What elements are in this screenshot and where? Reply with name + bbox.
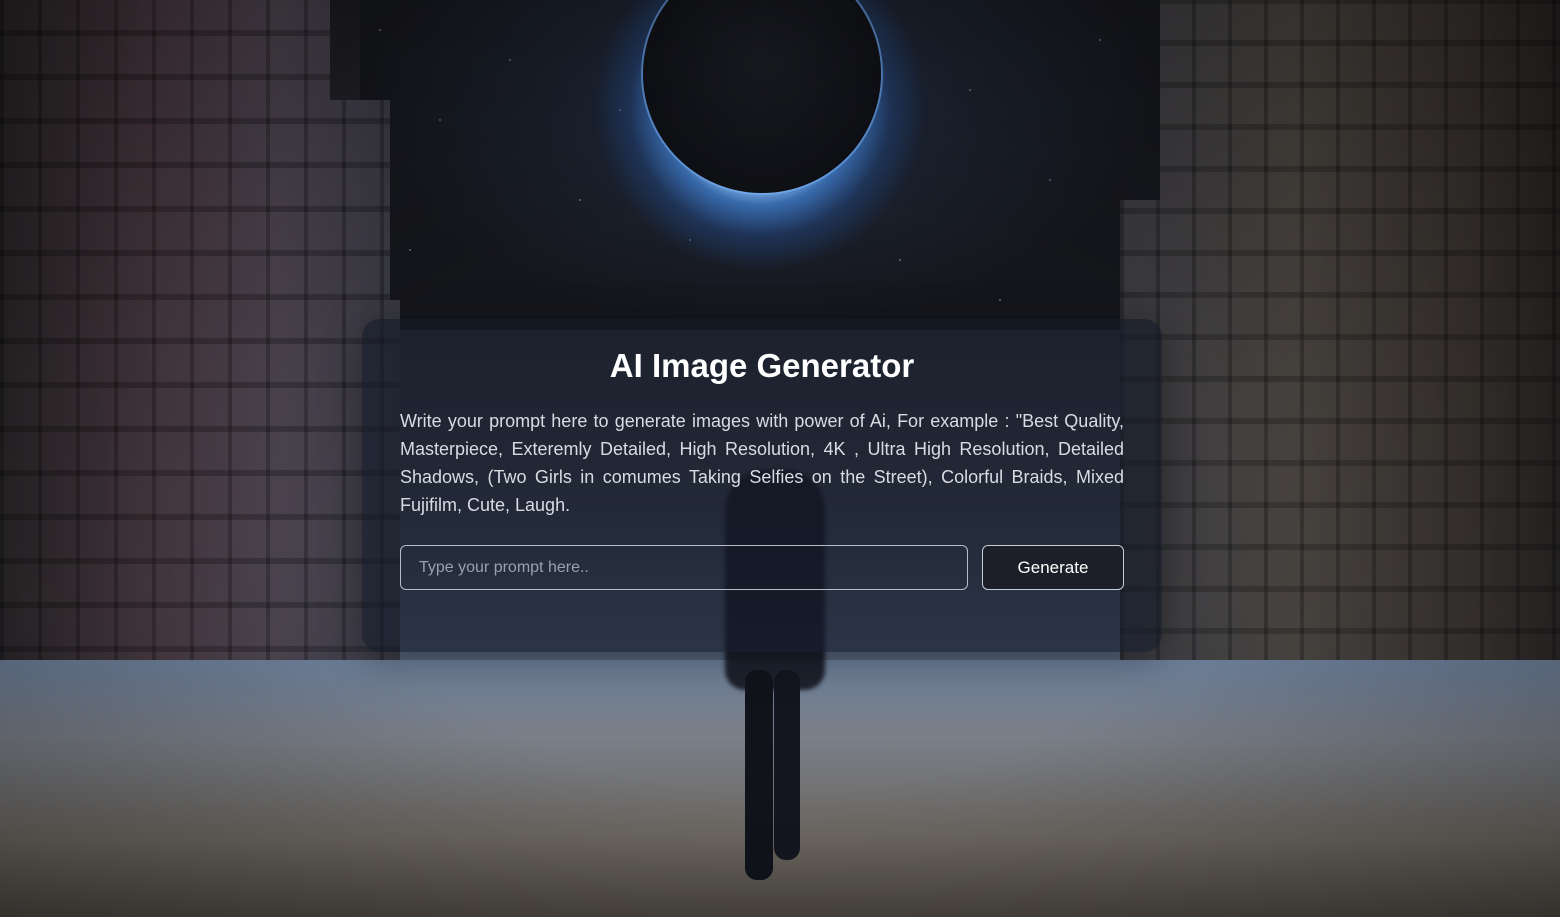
generate-button[interactable]: Generate <box>982 545 1124 590</box>
prompt-controls: Generate <box>400 545 1124 590</box>
page-title: AI Image Generator <box>609 347 915 384</box>
generator-card: AI Image Generator Write your prompt her… <box>362 319 1162 652</box>
prompt-input[interactable] <box>400 545 968 590</box>
description-text: Write your prompt here to generate image… <box>400 411 1124 515</box>
background-scene: AI Image Generator Write your prompt her… <box>0 0 1560 917</box>
